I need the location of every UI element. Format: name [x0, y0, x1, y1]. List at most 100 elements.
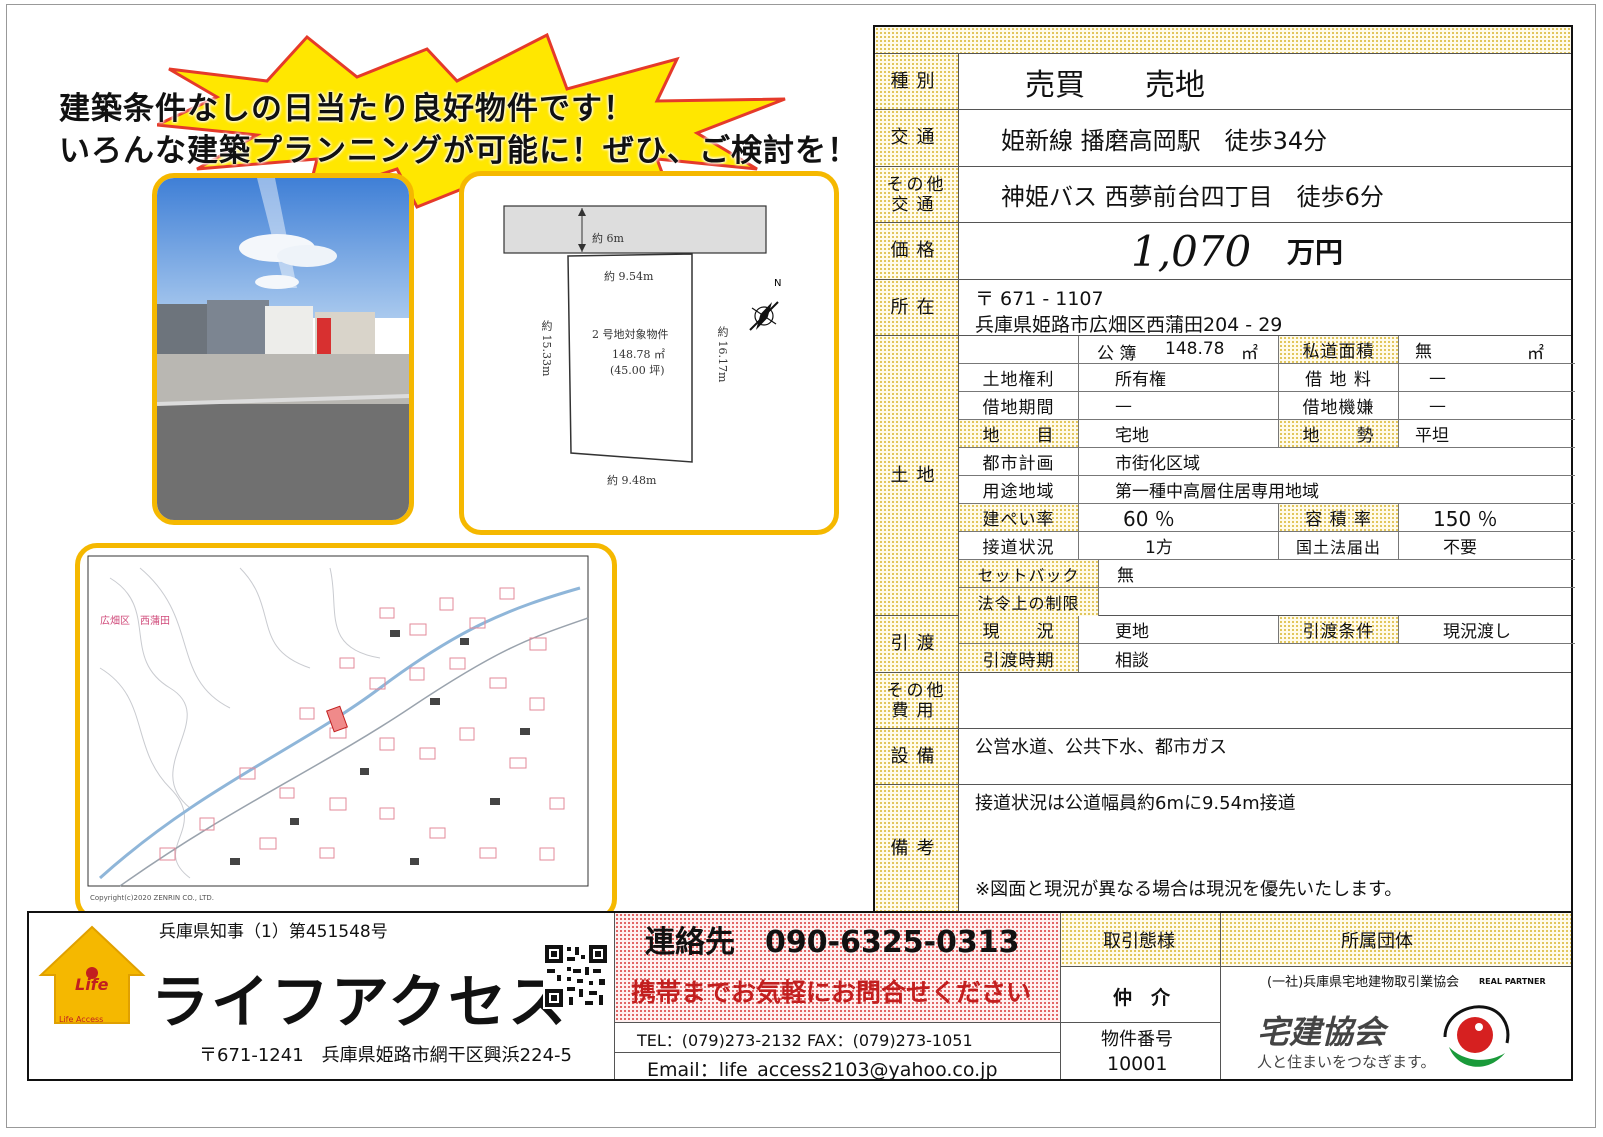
private-road-value: 無: [1399, 336, 1575, 364]
map-district-label: 広畑区 西蒲田: [100, 616, 170, 627]
org-name: (一社)兵庫県宅地建物取引業協会: [1267, 975, 1460, 990]
other-transport-label: その他 交通: [875, 167, 959, 222]
far-value: 150 ％: [1399, 504, 1575, 532]
private-road-label: 私道面積: [1279, 336, 1399, 364]
partner-text: REAL PARTNER: [1479, 977, 1546, 986]
lot-photo: [157, 178, 409, 520]
spec-row-land: 土地 公 簿 148.78 ㎡ 私道面積 無 ㎡ 土地権利 所有権 借 地 料 …: [875, 336, 1575, 616]
flyer-sheet: 建築条件なしの日当たり良好物件です！ いろんな建築プランニングが可能に！ぜひ、ご…: [6, 4, 1596, 1128]
number-value: 10001: [1107, 1053, 1168, 1075]
facility-label: 設備: [875, 729, 959, 784]
lease-fee-label: 借 地 料: [1279, 364, 1399, 392]
property-spec-table: 種別 売買 売地 交通 姫新線 播磨高岡駅 徒歩34分 その他 交通 神姫バス …: [873, 25, 1575, 915]
headline-line-1: 建築条件なしの日当たり良好物件です！: [59, 91, 635, 127]
road-access-value: 1方: [1079, 532, 1279, 560]
address-value: 兵庫県姫路市広畑区西蒲田204 - 29: [975, 314, 1283, 336]
coverage-value: 60 ％: [1079, 504, 1279, 532]
notification-label: 国土法届出: [1279, 532, 1399, 560]
spec-row-transport: 交通 姫新線 播磨高岡駅 徒歩34分: [875, 110, 1571, 167]
type-value-2: 売地: [1145, 67, 1205, 103]
location-map-frame: 広畑区 西蒲田 Copyright(c)2020 ZENRIN CO., LTD…: [75, 543, 617, 921]
spec-row-address: 所在 〒 671 - 1107 兵庫県姫路市広畑区西蒲田204 - 29: [875, 280, 1571, 336]
lot-photo-frame: [152, 173, 414, 525]
plan-area: 148.78 ㎡: [612, 348, 665, 361]
spec-row-delivery: 引渡 現 況 更地 引渡条件 現況渡し 引渡時期 相談: [875, 616, 1575, 673]
delivery-condition-label: 引渡条件: [1279, 616, 1399, 644]
city-plan-label: 都市計画: [959, 448, 1079, 476]
svg-text:N: N: [774, 278, 781, 289]
postal-code: 〒 671 - 1107: [975, 288, 1104, 310]
remarks-value-2: ※図面と現況が異なる場合は現況を優先いたします。: [975, 879, 1403, 900]
zoning-value: 第一種中高層住居専用地域: [1079, 476, 1575, 504]
restrictions-label: 法令上の制限: [959, 588, 1099, 616]
plan-right-length: 約 16.17m: [716, 326, 729, 383]
plan-road-width: 約 6m: [592, 232, 624, 245]
spec-row-other-transport: その他 交通 神姫バス 西夢前台四丁目 徒歩6分: [875, 167, 1571, 223]
setback-value: 無: [1099, 560, 1575, 588]
company-address: 〒671-1241 兵庫県姫路市網干区興浜224-5: [199, 1045, 572, 1066]
plan-lot-name: 2 号地対象物件: [592, 328, 669, 341]
email-address[interactable]: Email：life_access2103@yahoo.co.jp: [647, 1055, 998, 1082]
spec-row-facility: 設備 公営水道、公共下水、都市ガス: [875, 729, 1571, 785]
private-road-unit: ㎡: [1527, 344, 1544, 364]
contact-phone: 連絡先 090-6325-0313: [645, 925, 1020, 960]
headline-line-2: いろんな建築プランニングが可能に！ぜひ、ご検討を！: [59, 133, 859, 169]
lease-period-value: —: [1079, 392, 1279, 420]
terrain-label: 地 勢: [1279, 420, 1399, 448]
deal-cell: 取引態様 仲 介 物件番号 10001: [1061, 913, 1221, 1079]
remarks-label: 備考: [875, 785, 959, 913]
lease-mechanism-value: —: [1399, 392, 1575, 420]
location-map: [87, 555, 589, 887]
qr-code-icon: [543, 943, 609, 1009]
north-arrow-icon: N: [749, 278, 781, 331]
category-label: 地 目: [959, 420, 1079, 448]
contact-cell: 連絡先 090-6325-0313 携帯までお気軽にお問合せください TEL：(…: [615, 913, 1061, 1082]
spec-row-other-cost: その他 費用: [875, 673, 1571, 729]
road-access-label: 接道状況: [959, 532, 1079, 560]
rights-value: 所有権: [1079, 364, 1279, 392]
setback-label: セットバック: [959, 560, 1099, 588]
type-label: 種別: [875, 54, 959, 109]
delivery-status-value: 更地: [1079, 616, 1279, 644]
org-label: 所属団体: [1341, 931, 1413, 952]
spec-top-bar: [875, 27, 1571, 54]
org-cell: 所属団体 (一社)兵庫県宅地建物取引業協会 宅建協会 人と住まいをつなぎます。 …: [1221, 913, 1571, 1079]
map-copyright: Copyright(c)2020 ZENRIN CO., LTD.: [90, 894, 215, 902]
contact-note: 携帯までお気軽にお問合せください: [631, 978, 1032, 1007]
other-cost-label-1: その他: [886, 680, 947, 701]
far-label: 容 積 率: [1279, 504, 1399, 532]
facility-value: 公営水道、公共下水、都市ガス: [975, 737, 1227, 758]
footer-banner: 兵庫県知事（1）第451548号 Life Life Access ライフアクセ…: [27, 911, 1573, 1081]
deal-label: 取引態様: [1103, 931, 1175, 952]
spec-row-price: 価格 1,070 万円: [875, 223, 1571, 280]
lease-fee-value: —: [1399, 364, 1575, 392]
land-area-blank: [959, 336, 1079, 364]
company-cell: 兵庫県知事（1）第451548号 Life Life Access ライフアクセ…: [29, 913, 615, 1079]
tel-fax: TEL：(079)273-2132 FAX：(079)273-1051: [637, 1031, 973, 1050]
other-cost-label: その他 費用: [875, 673, 959, 728]
transport-label: 交通: [875, 110, 959, 166]
deal-value: 仲 介: [1113, 987, 1171, 1009]
plan-top-length: 約 9.54m: [604, 270, 654, 283]
plan-left-length: 約 15.33m: [540, 320, 553, 377]
lease-period-label: 借地期間: [959, 392, 1079, 420]
delivery-label: 引渡: [875, 616, 959, 672]
spec-row-type: 種別 売買 売地: [875, 54, 1571, 110]
other-transport-label-2: 交通: [891, 194, 942, 215]
plan-tsubo: (45.00 坪): [610, 364, 665, 377]
delivery-timing-value: 相談: [1115, 650, 1149, 671]
delivery-status-label: 現 況: [959, 616, 1079, 644]
plan-bottom-length: 約 9.48m: [607, 474, 657, 487]
delivery-timing-label: 引渡時期: [959, 644, 1079, 672]
logo-text-life-access: Life Access: [59, 1015, 104, 1024]
land-label: 土地: [875, 336, 959, 615]
zoning-label: 用途地域: [959, 476, 1079, 504]
price-unit: 万円: [1287, 236, 1344, 269]
price-number: 1,070: [1131, 226, 1252, 276]
real-partner-logo-icon: [1443, 1005, 1510, 1067]
lot-plan-frame: N 約 6m 約 9.54m 約 15.33m 約 16.17m 約 9.48m…: [459, 171, 839, 535]
remarks-value-1: 接道状況は公道幅員約6mに9.54m接道: [975, 793, 1296, 814]
coverage-label: 建ぺい率: [959, 504, 1079, 532]
category-value: 宅地: [1079, 420, 1279, 448]
lease-mechanism-label: 借地機嫌: [1279, 392, 1399, 420]
